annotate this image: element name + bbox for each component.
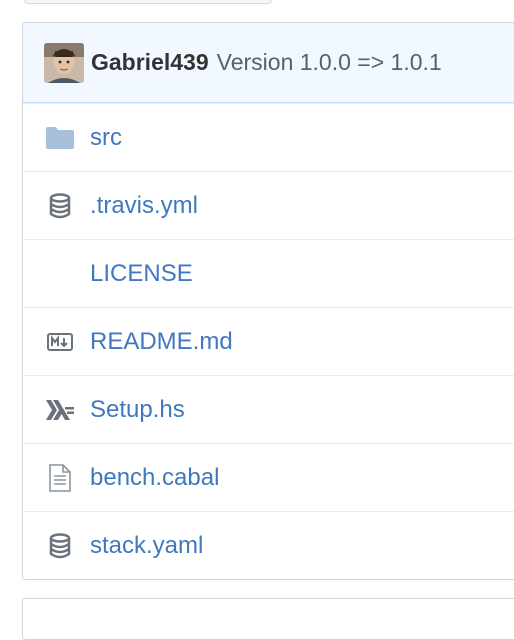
file-text-icon [45, 463, 75, 493]
database-icon [45, 191, 75, 221]
previous-panel-edge [24, 0, 272, 4]
markdown-icon [45, 327, 75, 357]
next-panel-edge [22, 598, 514, 640]
file-name[interactable]: LICENSE [90, 260, 193, 288]
file-row-travis[interactable]: .travis.yml [23, 171, 514, 239]
file-row-src[interactable]: src [23, 103, 514, 171]
file-row-readme[interactable]: README.md [23, 307, 514, 375]
file-row-license[interactable]: LICENSE [23, 239, 514, 307]
latest-commit-header: Gabriel439 Version 1.0.0 => 1.0.1 [23, 23, 514, 103]
file-row-bench[interactable]: bench.cabal [23, 443, 514, 511]
file-name[interactable]: stack.yaml [90, 532, 203, 560]
folder-icon [45, 123, 75, 153]
commit-message[interactable]: Version 1.0.0 => 1.0.1 [217, 49, 442, 76]
file-row-stack[interactable]: stack.yaml [23, 511, 514, 579]
file-name[interactable]: Setup.hs [90, 396, 185, 424]
database-icon [45, 531, 75, 561]
file-name[interactable]: src [90, 124, 122, 152]
haskell-icon [45, 395, 75, 425]
avatar[interactable] [44, 42, 84, 83]
commit-author[interactable]: Gabriel439 [91, 49, 209, 76]
file-browser-panel: Gabriel439 Version 1.0.0 => 1.0.1 src .t… [22, 22, 514, 580]
file-name[interactable]: bench.cabal [90, 464, 219, 492]
file-name[interactable]: .travis.yml [90, 192, 198, 220]
file-name[interactable]: README.md [90, 328, 233, 356]
file-row-setup[interactable]: Setup.hs [23, 375, 514, 443]
